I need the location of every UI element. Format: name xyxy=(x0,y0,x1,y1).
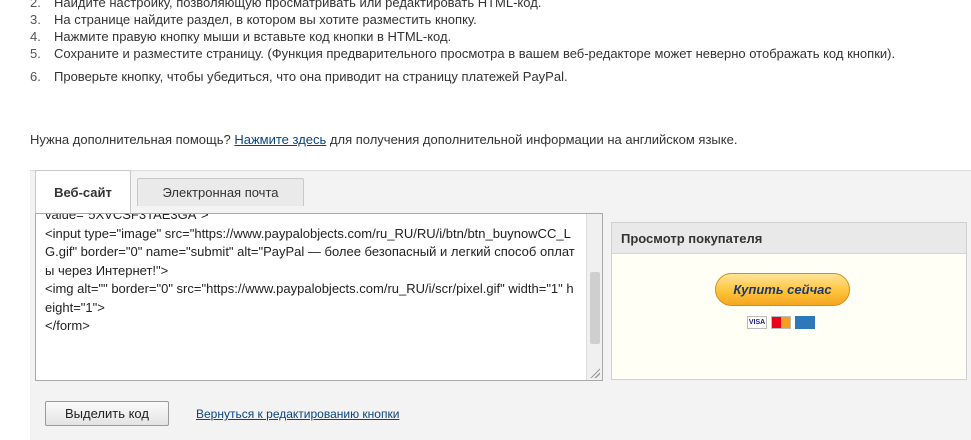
step-number: 2. xyxy=(30,0,41,10)
step-item: 3. На странице найдите раздел, в котором … xyxy=(30,11,965,28)
resize-grip-icon[interactable] xyxy=(590,368,600,378)
preview-title: Просмотр покупателя xyxy=(612,223,966,254)
step-number: 5. xyxy=(30,46,41,61)
help-prefix: Нужна дополнительная помощь? xyxy=(30,132,235,147)
buy-now-button[interactable]: Купить сейчас xyxy=(715,273,850,306)
instructions-list: 2. Найдите настройку, позволяющую просмат… xyxy=(30,0,965,85)
step-number: 3. xyxy=(30,12,41,27)
help-text: Нужна дополнительная помощь? Нажмите зде… xyxy=(30,132,737,147)
step-number: 6. xyxy=(30,69,41,84)
step-item: 6. Проверьте кнопку, чтобы убедиться, что… xyxy=(30,68,965,85)
help-link[interactable]: Нажмите здесь xyxy=(234,132,326,147)
select-code-button[interactable]: Выделить код xyxy=(45,401,169,426)
step-text: Нажмите правую кнопку мыши и вставьте ко… xyxy=(54,29,452,44)
back-to-edit-link[interactable]: Вернуться к редактированию кнопки xyxy=(196,407,399,421)
card-logos: VISA xyxy=(747,316,815,329)
step-item: 5. Сохраните и разместите страницу. (Функ… xyxy=(30,45,965,62)
step-item: 2. Найдите настройку, позволяющую просмат… xyxy=(30,0,965,11)
step-text: Проверьте кнопку, чтобы убедиться, что о… xyxy=(54,69,568,84)
tab-website[interactable]: Веб-сайт xyxy=(35,170,131,213)
code-scrollbar[interactable] xyxy=(586,214,602,380)
step-item: 4. Нажмите правую кнопку мыши и вставьте … xyxy=(30,28,965,45)
visa-icon: VISA xyxy=(747,316,767,329)
code-text[interactable]: value="5XVCSF3TAE3GA"> <input type="imag… xyxy=(45,214,580,336)
help-suffix: для получения дополнительной информации … xyxy=(326,132,738,147)
step-number: 4. xyxy=(30,29,41,44)
amex-icon xyxy=(795,316,815,329)
step-text: На странице найдите раздел, в котором вы… xyxy=(54,12,477,27)
code-textarea[interactable]: value="5XVCSF3TAE3GA"> <input type="imag… xyxy=(35,213,603,381)
scroll-thumb[interactable] xyxy=(590,272,600,344)
tab-email[interactable]: Электронная почта xyxy=(137,178,304,206)
buyer-preview: Просмотр покупателя Купить сейчас VISA xyxy=(611,222,967,380)
mastercard-icon xyxy=(771,316,791,329)
step-text: Сохраните и разместите страницу. (Функци… xyxy=(54,46,896,61)
step-text: Найдите настройку, позволяющую просматри… xyxy=(54,0,542,10)
code-panel: Веб-сайт Электронная почта value="5XVCSF… xyxy=(30,170,971,440)
